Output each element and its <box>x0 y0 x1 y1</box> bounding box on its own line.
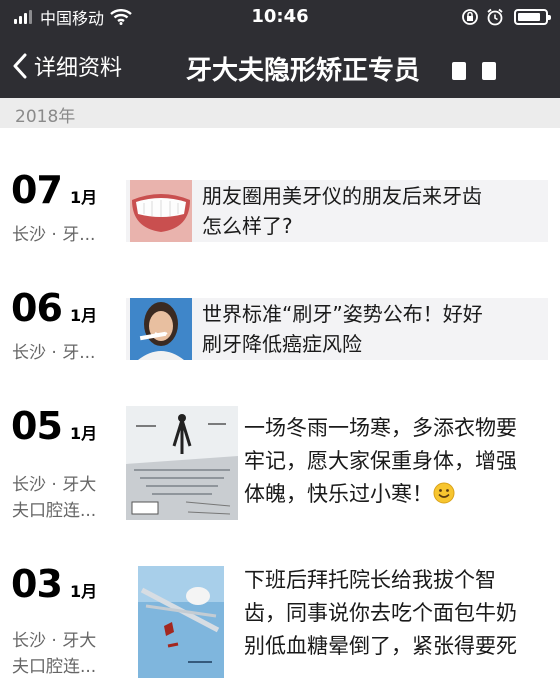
shared-link-card[interactable]: 朋友圈用美牙仪的朋友后来牙齿 怎么样了? <box>126 180 548 242</box>
post-location: 长沙 · 牙... <box>12 343 96 363</box>
status-right <box>454 8 551 26</box>
post-location: 长沙 · 牙... <box>12 225 96 245</box>
post-month: 1月 <box>70 582 98 601</box>
card-text: 世界标准“刷牙”姿势公布！好好 刷牙降低癌症风险 <box>202 302 483 356</box>
chevron-left-icon <box>13 53 27 79</box>
tooth-extraction-image[interactable] <box>138 566 224 678</box>
post-day: 06 <box>11 286 63 330</box>
redaction-block <box>452 62 466 80</box>
post-location: 长沙 · 牙大 夫口腔连... <box>12 631 97 677</box>
post-text: 一场冬雨一场寒，多添衣物要 牢记，愿大家保重身体，增强 体魄，快乐过小寒！ <box>244 416 517 506</box>
post-day: 05 <box>11 404 63 448</box>
winter-scene-image[interactable] <box>126 406 238 520</box>
toothbrush-woman-thumbnail <box>130 298 192 360</box>
back-label: 详细资料 <box>34 56 123 81</box>
smile-emoji-icon <box>433 482 455 504</box>
post-month: 1月 <box>70 188 98 207</box>
nav-bar: 详细资料 牙大夫隐形矫正专员 <box>0 34 560 98</box>
year-label: 2018年 <box>15 107 76 127</box>
year-header: 2018年 <box>0 98 560 128</box>
redaction-block <box>482 62 496 80</box>
orientation-lock-icon <box>462 9 478 25</box>
alarm-icon <box>487 8 503 26</box>
back-button[interactable]: 详细资料 <box>12 48 122 84</box>
post-month: 1月 <box>70 424 98 443</box>
post-month: 1月 <box>70 306 98 325</box>
post-location: 长沙 · 牙大 夫口腔连... <box>12 475 97 521</box>
shared-link-card[interactable]: 世界标准“刷牙”姿势公布！好好 刷牙降低癌症风险 <box>126 298 548 360</box>
teeth-thumbnail <box>130 180 192 242</box>
post-day: 03 <box>11 562 63 606</box>
battery-fill <box>518 13 541 21</box>
card-text: 朋友圈用美牙仪的朋友后来牙齿 怎么样了? <box>202 184 482 238</box>
battery-icon <box>514 9 551 25</box>
moments-timeline: 2018年 07 1月 长沙 · 牙... 朋友圈用美牙仪的朋友后来牙齿 怎么样… <box>0 98 560 678</box>
post-day: 07 <box>11 168 63 212</box>
status-bar: 中国移动 10:46 <box>0 0 560 34</box>
post-text: 下班后拜托院长给我拔个智 齿，同事说你去吃个面包牛奶 别低血糖晕倒了，紧张得要死 <box>244 568 517 658</box>
page-title: 牙大夫隐形矫正专员 <box>186 56 421 86</box>
